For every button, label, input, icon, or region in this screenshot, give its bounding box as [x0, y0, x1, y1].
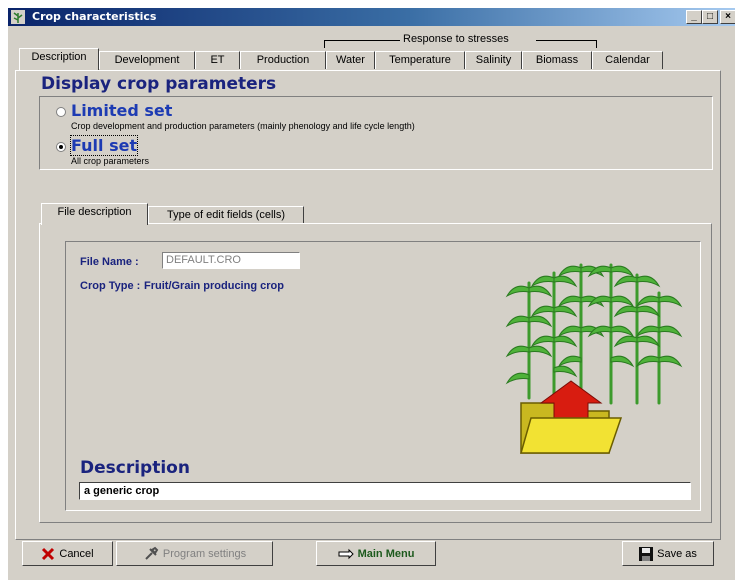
crop-type-label: Crop Type :	[80, 280, 141, 292]
stress-group-label: Response to stresses	[400, 33, 512, 45]
app-icon	[11, 10, 25, 24]
crop-characteristics-window: Crop characteristics _ □ × Response to s…	[7, 7, 735, 580]
subtab-edit-field-types[interactable]: Type of edit fields (cells)	[148, 206, 304, 224]
hand-pointer-icon	[338, 548, 354, 559]
stress-bracket-tick-right	[596, 40, 597, 48]
title-bar[interactable]: Crop characteristics _ □ ×	[8, 8, 735, 26]
maximize-button[interactable]: □	[702, 10, 718, 24]
tab-water[interactable]: Water	[326, 51, 375, 69]
crop-type-value: Fruit/Grain producing crop	[144, 280, 284, 292]
tab-salinity[interactable]: Salinity	[465, 51, 522, 69]
stress-bracket-left	[324, 40, 400, 41]
main-menu-label: Main Menu	[357, 547, 415, 560]
minimize-button[interactable]: _	[686, 10, 702, 24]
tab-temperature[interactable]: Temperature	[375, 51, 465, 69]
tab-et[interactable]: ET	[195, 51, 240, 69]
settings-icon	[145, 546, 159, 560]
tab-calendar[interactable]: Calendar	[592, 51, 663, 69]
tab-production[interactable]: Production	[240, 51, 326, 69]
limited-set-radio[interactable]	[56, 107, 66, 117]
program-settings-button[interactable]: Program settings	[116, 541, 273, 566]
cancel-label: Cancel	[59, 547, 94, 560]
radio-selected-dot	[59, 145, 63, 149]
limited-set-description: Crop development and production paramete…	[71, 121, 415, 131]
description-heading: Description	[80, 458, 190, 478]
subtab-file-description[interactable]: File description	[41, 203, 148, 225]
tab-development[interactable]: Development	[99, 51, 195, 69]
page-heading: Display crop parameters	[41, 74, 277, 94]
full-set-description: All crop parameters	[71, 156, 150, 166]
window-title: Crop characteristics	[32, 10, 157, 23]
full-set-label[interactable]: Full set	[69, 135, 139, 156]
file-name-label: File Name :	[80, 256, 139, 268]
floppy-disk-icon	[639, 546, 654, 561]
save-as-label: Save as	[657, 547, 697, 560]
program-settings-label: Program settings	[162, 547, 247, 560]
x-icon	[42, 547, 55, 560]
limited-set-label[interactable]: Limited set	[71, 101, 172, 120]
tab-biomass[interactable]: Biomass	[522, 51, 592, 69]
full-set-radio[interactable]	[56, 142, 66, 152]
file-name-field: DEFAULT.CRO	[162, 252, 300, 269]
close-button[interactable]: ×	[720, 10, 735, 24]
cancel-button[interactable]: Cancel	[22, 541, 113, 566]
tab-description[interactable]: Description	[19, 48, 99, 70]
description-input[interactable]: a generic crop	[79, 482, 691, 500]
stress-bracket-tick-left	[324, 40, 325, 48]
stress-bracket-right	[536, 40, 596, 41]
main-menu-button[interactable]: Main Menu	[316, 541, 436, 566]
save-as-button[interactable]: Save as	[622, 541, 714, 566]
crop-folder-icon	[505, 263, 683, 454]
